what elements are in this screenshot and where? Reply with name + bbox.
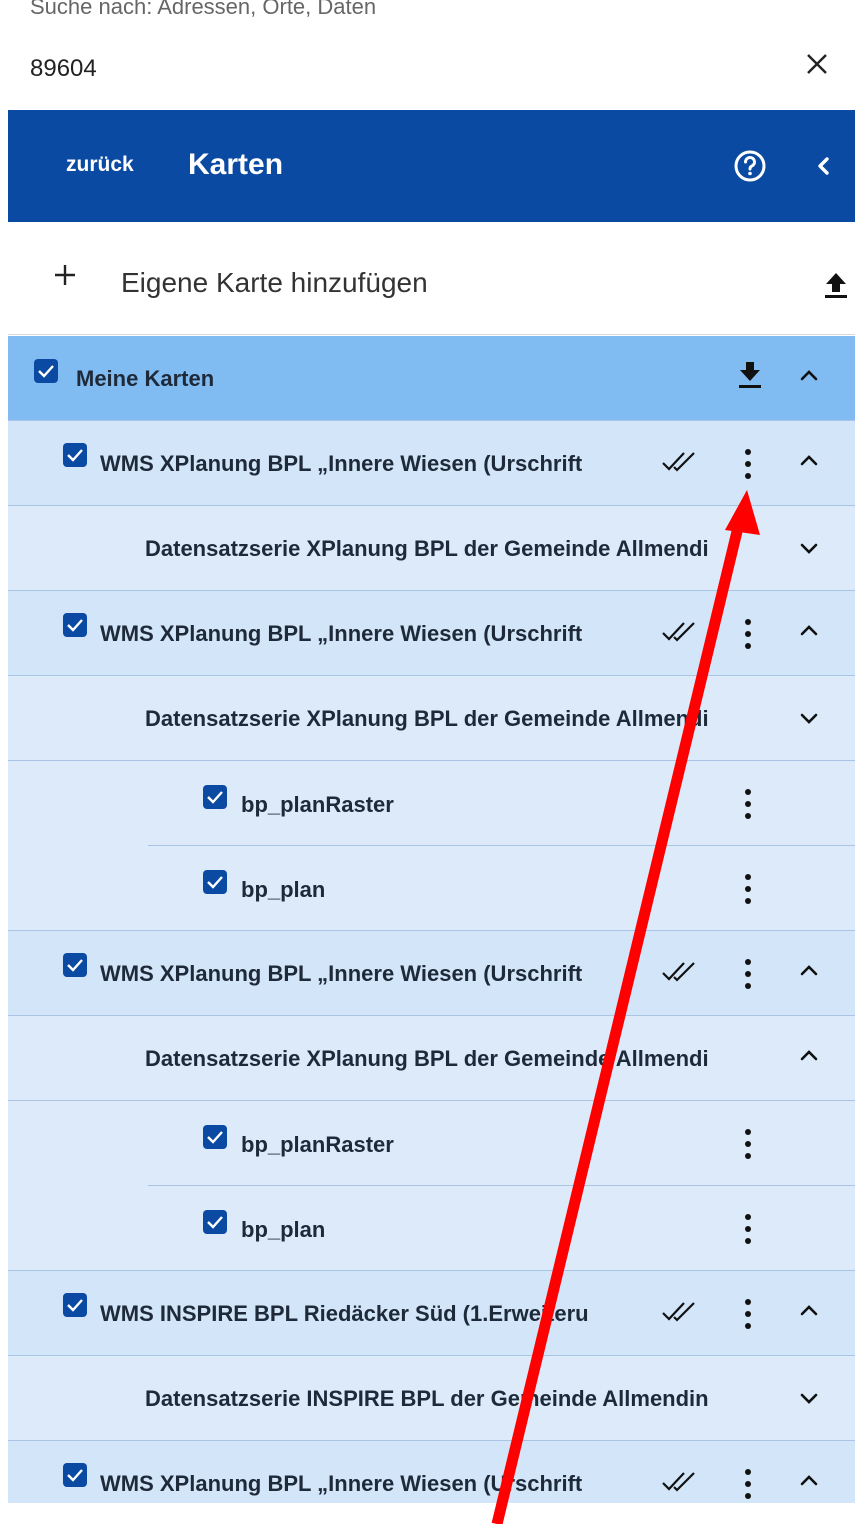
close-icon[interactable] xyxy=(799,46,835,82)
layer-label: WMS INSPIRE BPL Riedäcker Süd (1.Erweite… xyxy=(100,1301,589,1326)
checkbox-checked-icon[interactable] xyxy=(63,443,87,467)
sublayer-row[interactable]: bp_planRaster xyxy=(8,761,855,846)
panel-bottom xyxy=(0,1503,855,1524)
checkbox-checked-icon[interactable] xyxy=(63,1293,87,1317)
dataset-series-label: Datensatzserie XPlanung BPL der Gemeinde… xyxy=(145,536,709,561)
layer-row[interactable]: WMS XPlanung BPL „Innere Wiesen (Urschri… xyxy=(8,591,855,676)
layer-row[interactable]: WMS XPlanung BPL „Innere Wiesen (Urschri… xyxy=(8,931,855,1016)
layer-label: WMS XPlanung BPL „Innere Wiesen (Urschri… xyxy=(100,961,583,986)
chevron-left-icon[interactable] xyxy=(808,150,838,182)
search-placeholder: Suche nach: Adressen, Orte, Daten xyxy=(30,0,377,19)
sublayer-label: bp_planRaster xyxy=(241,792,394,817)
checkbox-checked-icon[interactable] xyxy=(63,613,87,637)
checkbox-checked-icon[interactable] xyxy=(203,1210,227,1234)
chevron-up-icon[interactable] xyxy=(798,450,820,477)
dataset-series-row[interactable]: Datensatzserie XPlanung BPL der Gemeinde… xyxy=(8,1016,855,1101)
layer-group-label: Meine Karten xyxy=(76,366,215,391)
layer-label: WMS XPlanung BPL „Innere Wiesen (Urschri… xyxy=(100,1471,583,1496)
maps-panel-header: zurück Karten xyxy=(8,110,855,222)
chevron-down-icon[interactable] xyxy=(798,537,820,564)
checkbox-checked-icon[interactable] xyxy=(63,953,87,977)
map-layer-tree: Meine Karten WMS XPlanung BPL „Innere Wi… xyxy=(8,336,855,1524)
dataset-series-row[interactable]: Datensatzserie XPlanung BPL der Gemeinde… xyxy=(8,506,855,591)
double-check-icon[interactable] xyxy=(660,1469,700,1500)
help-icon[interactable] xyxy=(732,148,768,184)
chevron-down-icon[interactable] xyxy=(798,707,820,734)
add-own-map-row[interactable]: Eigene Karte hinzufügen xyxy=(8,222,855,335)
more-vertical-icon[interactable] xyxy=(742,447,754,486)
sublayer-row[interactable]: bp_planRaster xyxy=(8,1101,855,1186)
sublayer-row[interactable]: bp_plan xyxy=(8,846,855,931)
more-vertical-icon[interactable] xyxy=(742,1467,754,1506)
plus-icon[interactable] xyxy=(52,262,78,288)
chevron-up-icon[interactable] xyxy=(798,620,820,647)
checkbox-checked-icon[interactable] xyxy=(203,1125,227,1149)
checkbox-checked-icon[interactable] xyxy=(203,785,227,809)
more-vertical-icon[interactable] xyxy=(742,1212,754,1251)
more-vertical-icon[interactable] xyxy=(742,957,754,996)
checkbox-checked-icon[interactable] xyxy=(203,870,227,894)
dataset-series-row[interactable]: Datensatzserie INSPIRE BPL der Gemeinde … xyxy=(8,1356,855,1441)
double-check-icon[interactable] xyxy=(660,959,700,990)
double-check-icon[interactable] xyxy=(660,1299,700,1330)
sublayer-label: bp_plan xyxy=(241,1217,326,1242)
layer-label: WMS XPlanung BPL „Innere Wiesen (Urschri… xyxy=(100,451,583,476)
layer-label: WMS XPlanung BPL „Innere Wiesen (Urschri… xyxy=(100,621,583,646)
back-button[interactable]: zurück xyxy=(66,153,134,177)
checkbox-checked-icon[interactable] xyxy=(63,1463,87,1487)
sublayer-label: bp_planRaster xyxy=(241,1132,394,1157)
sublayer-label: bp_plan xyxy=(241,877,326,902)
layer-row[interactable]: WMS XPlanung BPL „Innere Wiesen (Urschri… xyxy=(8,421,855,506)
sublayer-row[interactable]: bp_plan xyxy=(8,1186,855,1271)
double-check-icon[interactable] xyxy=(660,619,700,650)
dataset-series-row[interactable]: Datensatzserie XPlanung BPL der Gemeinde… xyxy=(8,676,855,761)
search-area: Suche nach: Adressen, Orte, Daten 89604 xyxy=(8,0,855,110)
dataset-series-label: Datensatzserie INSPIRE BPL der Gemeinde … xyxy=(145,1386,709,1411)
checkbox-checked-icon[interactable] xyxy=(34,359,58,383)
page-title: Karten xyxy=(188,148,284,181)
chevron-up-icon[interactable] xyxy=(798,1470,820,1497)
chevron-up-icon[interactable] xyxy=(798,1300,820,1327)
more-vertical-icon[interactable] xyxy=(742,787,754,826)
download-icon[interactable] xyxy=(738,361,762,396)
double-check-icon[interactable] xyxy=(660,449,700,480)
upload-icon[interactable] xyxy=(824,270,848,300)
chevron-up-icon[interactable] xyxy=(798,1045,820,1072)
more-vertical-icon[interactable] xyxy=(742,1127,754,1166)
dataset-series-label: Datensatzserie XPlanung BPL der Gemeinde… xyxy=(145,1046,709,1071)
chevron-up-icon[interactable] xyxy=(798,960,820,987)
layer-group-row[interactable]: Meine Karten xyxy=(8,336,855,421)
chevron-up-icon[interactable] xyxy=(798,365,820,392)
search-input[interactable]: 89604 xyxy=(30,55,97,83)
chevron-down-icon[interactable] xyxy=(798,1387,820,1414)
add-own-map-label[interactable]: Eigene Karte hinzufügen xyxy=(121,267,428,299)
layer-row[interactable]: WMS INSPIRE BPL Riedäcker Süd (1.Erweite… xyxy=(8,1271,855,1356)
more-vertical-icon[interactable] xyxy=(742,617,754,656)
dataset-series-label: Datensatzserie XPlanung BPL der Gemeinde… xyxy=(145,706,709,731)
more-vertical-icon[interactable] xyxy=(742,1297,754,1336)
more-vertical-icon[interactable] xyxy=(742,872,754,911)
